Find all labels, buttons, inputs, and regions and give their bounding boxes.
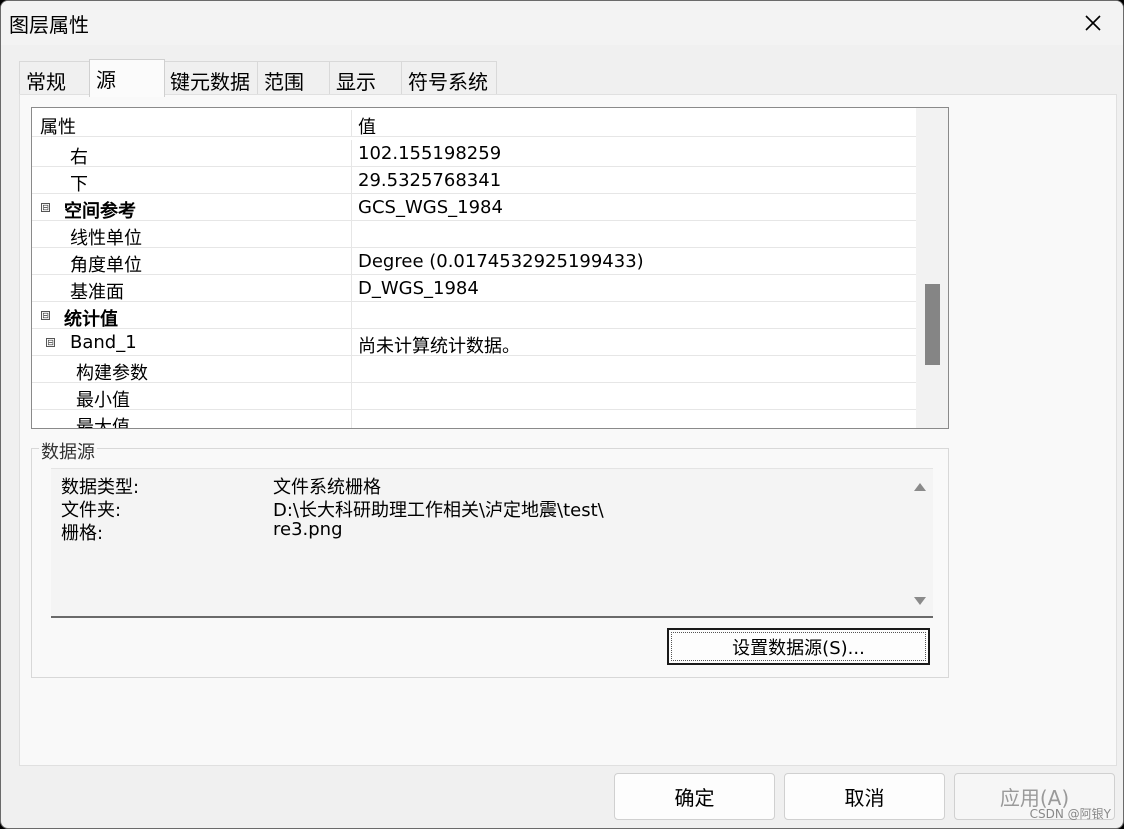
tab-extent[interactable]: 范围 [257, 61, 331, 95]
collapse-icon[interactable]: ⊟ [41, 311, 50, 320]
grid-row[interactable]: ⊟ Band_1 尚未计算统计数据。 [32, 329, 916, 357]
close-button[interactable] [1063, 1, 1123, 45]
grid-row[interactable]: 构建参数 [32, 356, 916, 384]
cancel-button[interactable]: 取消 [784, 773, 945, 820]
grid-header: 属性 值 [32, 110, 916, 138]
scroll-up-icon[interactable] [914, 483, 926, 491]
window-title: 图层属性 [9, 13, 89, 37]
grid-row[interactable]: 最小值 [32, 383, 916, 411]
set-data-source-button[interactable]: 设置数据源(S)... [667, 628, 930, 665]
ok-button[interactable]: 确定 [614, 773, 775, 820]
title-bar: 图层属性 [1, 1, 1123, 45]
datasource-group-label: 数据源 [39, 438, 97, 464]
grid-row[interactable]: ⊟ 统计值 [32, 302, 916, 330]
tab-general[interactable]: 常规 [19, 61, 91, 95]
grid-row[interactable]: ⊟ 空间参考 GCS_WGS_1984 [32, 194, 916, 222]
grid-scrollbar[interactable] [916, 108, 948, 428]
info-scrollbar[interactable] [905, 469, 933, 617]
close-icon [1085, 15, 1101, 31]
scroll-down-icon[interactable] [914, 597, 926, 605]
grid-row[interactable]: 右 102.155198259 [32, 140, 916, 168]
property-grid[interactable]: 属性 值 右 102.155198259 下 29.5325768341 ⊟ 空… [31, 107, 949, 429]
grid-row[interactable]: 最大值 [32, 410, 916, 428]
collapse-icon[interactable]: ⊟ [46, 338, 55, 347]
tab-source[interactable]: 源 [89, 59, 165, 97]
tab-display[interactable]: 显示 [329, 61, 403, 95]
watermark: CSDN @阿银Y [1029, 807, 1111, 821]
grid-row[interactable]: 角度单位 Degree (0.0174532925199433) [32, 248, 916, 276]
grid-row[interactable]: 基准面 D_WGS_1984 [32, 275, 916, 303]
header-property: 属性 [40, 117, 76, 138]
tab-symbology[interactable]: 符号系统 [401, 61, 497, 95]
datasource-info[interactable]: 数据类型: 文件系统栅格 文件夹: D:\长大科研助理工作相关\泸定地震\tes… [51, 468, 933, 618]
info-row: 栅格: re3.png [61, 519, 343, 544]
grid-row[interactable]: 下 29.5325768341 [32, 167, 916, 195]
header-value: 值 [358, 117, 376, 138]
tab-key-metadata[interactable]: 键元数据 [163, 61, 259, 95]
layer-properties-dialog: 图层属性 常规 源 键元数据 范围 显示 符号系统 属性 值 右 102.155… [0, 0, 1124, 829]
grid-row[interactable]: 线性单位 [32, 221, 916, 249]
grid-scrollbar-thumb[interactable] [925, 284, 940, 365]
collapse-icon[interactable]: ⊟ [41, 203, 50, 212]
